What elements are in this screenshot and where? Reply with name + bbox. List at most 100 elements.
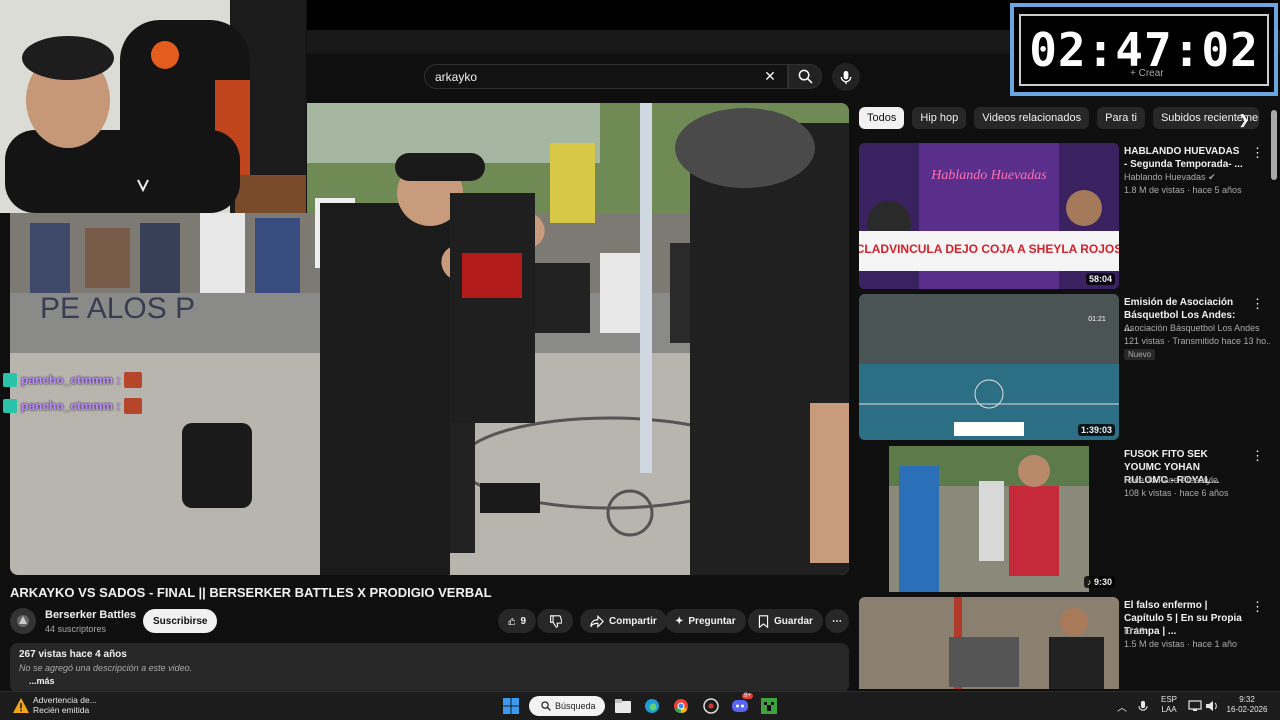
channel-logo-icon (17, 615, 29, 627)
video-duration: ♪ 9:30 (1083, 576, 1115, 588)
views-and-date: 267 vistas hace 4 años (19, 649, 127, 660)
more-options-icon[interactable]: ⋮ (1251, 448, 1264, 464)
recommendation-meta: 121 vistas · Transmitido hace 13 ho... (1124, 336, 1274, 346)
clock-date: 16-02-2026 (1226, 705, 1268, 714)
chat-message: pancho_ctmmm : (3, 372, 143, 388)
chip-videos-relacionados[interactable]: Videos relacionados (974, 107, 1090, 129)
thumbnail-score: 01:21 (1088, 316, 1106, 323)
webcam-image (0, 0, 306, 213)
show-more-link[interactable]: ...más (29, 676, 840, 686)
save-button[interactable]: Guardar (748, 609, 823, 633)
video-thumbnail[interactable]: Hablando Huevadas CLADVINCULA DEJO COJA … (859, 143, 1119, 289)
chip-para-ti[interactable]: Para ti (1097, 107, 1145, 129)
video-duration: 1:39:03 (1077, 424, 1115, 436)
clear-search-icon[interactable]: ✕ (762, 68, 778, 84)
chip-hip-hop[interactable]: Hip hop (912, 107, 967, 129)
network-icon[interactable] (1186, 697, 1204, 715)
description-box[interactable]: 267 vistas hace 4 años No se agregó una … (10, 643, 849, 693)
search-icon (541, 701, 551, 711)
recommendation-channel[interactable]: Hablando Huevadas ✔ (1124, 172, 1216, 183)
bookmark-icon (758, 614, 769, 628)
clock[interactable]: 9:32 16-02-2026 (1222, 695, 1272, 715)
clock-time: 9:32 (1239, 695, 1255, 704)
search-icon (798, 69, 813, 84)
save-label: Guardar (774, 615, 813, 627)
channel-name: Hablando Huevadas (1124, 172, 1206, 182)
chat-badge-icon (3, 399, 17, 413)
plus-icon: + (1130, 68, 1136, 79)
more-options-icon[interactable]: ⋮ (1251, 599, 1264, 615)
warning-icon[interactable] (12, 697, 30, 715)
ask-button[interactable]: ✦ Preguntar (665, 609, 746, 633)
search-input-value: arkayko (435, 69, 478, 84)
minecraft-icon[interactable] (760, 697, 778, 715)
chat-emote-icon (124, 372, 143, 388)
recommendation-item[interactable]: Hablando Huevadas CLADVINCULA DEJO COJA … (859, 143, 1264, 291)
language-indicator[interactable]: ESP LAA (1158, 695, 1180, 715)
share-icon (590, 614, 604, 628)
thumbnail-image (859, 446, 1119, 592)
share-button[interactable]: Compartir (580, 609, 667, 633)
discord-badge: 9+ (742, 693, 753, 699)
recommendation-item[interactable]: 01:21 1:39:03 Emisión de Asociación Básq… (859, 294, 1274, 442)
taskbar-search-label: Búsqueda (555, 701, 596, 711)
search-button[interactable] (788, 64, 822, 89)
edge-icon[interactable] (643, 697, 661, 715)
recommendation-title[interactable]: HABLANDO HUEVADAS - Segunda Temporada- .… (1124, 145, 1244, 171)
chat-message: pancho_ctmmm : (3, 398, 143, 414)
chrome-icon[interactable] (672, 697, 690, 715)
like-count: 9 (520, 615, 526, 627)
taskbar-search[interactable]: Búsqueda (529, 696, 605, 716)
recommendation-item[interactable]: El falso enfermo | Capítulo 5 | En su Pr… (859, 597, 1264, 689)
volume-icon[interactable] (1203, 697, 1221, 715)
microphone-icon[interactable] (1134, 697, 1152, 715)
recommendation-channel[interactable]: Asociación Básquetbol Los Andes (1124, 323, 1260, 333)
thumbnail-caption: CLADVINCULA DEJO COJA A SHEYLA ROJOS (859, 242, 1119, 256)
description-text: No se agregó una descripción a este vide… (19, 663, 193, 673)
recommendation-channel[interactable]: El 13 (1124, 626, 1145, 636)
scrollbar-thumb[interactable] (1271, 110, 1277, 180)
verified-icon: ✔ (1208, 172, 1216, 182)
recommendation-item[interactable]: ♪ 9:30 FUSOK FITO SEK YOUMC YOHAN RULOMC… (859, 446, 1264, 594)
filter-chips: Todos Hip hop Videos relacionados Para t… (859, 107, 1259, 131)
video-thumbnail[interactable]: 01:21 1:39:03 (859, 294, 1119, 440)
video-duration: 58:04 (1085, 273, 1115, 285)
recommendation-meta: 108 k vistas · hace 6 años (1124, 488, 1229, 498)
voice-search-button[interactable] (832, 63, 860, 91)
channel-name[interactable]: Berserker Battles (45, 609, 136, 621)
file-explorer-icon[interactable] (614, 697, 632, 715)
chevron-right-icon[interactable]: ❯ (1234, 110, 1254, 130)
search-input[interactable]: arkayko (424, 64, 788, 89)
chip-todos[interactable]: Todos (859, 107, 905, 129)
video-thumbnail[interactable]: ♪ 9:30 (859, 446, 1119, 592)
new-badge: Nuevo (1124, 349, 1156, 360)
like-button[interactable]: 9 (498, 609, 536, 633)
create-button[interactable]: + Crear (1130, 68, 1164, 79)
duration-value: 9:30 (1093, 577, 1112, 587)
more-actions-button[interactable]: ⋯ (825, 609, 849, 633)
create-label: Crear (1138, 68, 1164, 79)
subscriber-count: 44 suscriptores (45, 624, 107, 634)
thumbs-up-icon (508, 617, 516, 625)
recommendation-channel[interactable]: Face To Face Freestyle (1124, 475, 1218, 485)
scrollbar-track[interactable] (1270, 100, 1278, 690)
more-options-icon[interactable]: ⋮ (1251, 296, 1264, 312)
channel-avatar[interactable] (10, 608, 36, 634)
chevron-up-icon[interactable]: ︿ (1113, 697, 1131, 715)
dislike-button[interactable] (537, 609, 573, 633)
warning-notification[interactable]: Advertencia de... Recién emitida (33, 695, 97, 715)
windows-start-icon[interactable] (502, 697, 520, 715)
thumbs-down-icon (549, 614, 562, 628)
video-thumbnail[interactable] (859, 597, 1119, 689)
app-icon[interactable] (702, 697, 720, 715)
screen: arkayko ✕ PE ALOS P pancho_ctmmm: panch… (0, 0, 1280, 720)
microphone-icon (840, 70, 852, 84)
warning-title: Advertencia de... (33, 695, 97, 705)
shorts-icon: ♪ (1086, 577, 1092, 587)
more-options-icon[interactable]: ⋮ (1251, 145, 1264, 161)
subscribe-button[interactable]: Suscribirse (143, 609, 218, 633)
chat-badge-icon (3, 373, 17, 387)
stream-timer: 02:47:02 (1010, 3, 1278, 96)
thumbnail-image (859, 597, 1119, 689)
discord-icon[interactable]: 9+ (731, 693, 753, 715)
